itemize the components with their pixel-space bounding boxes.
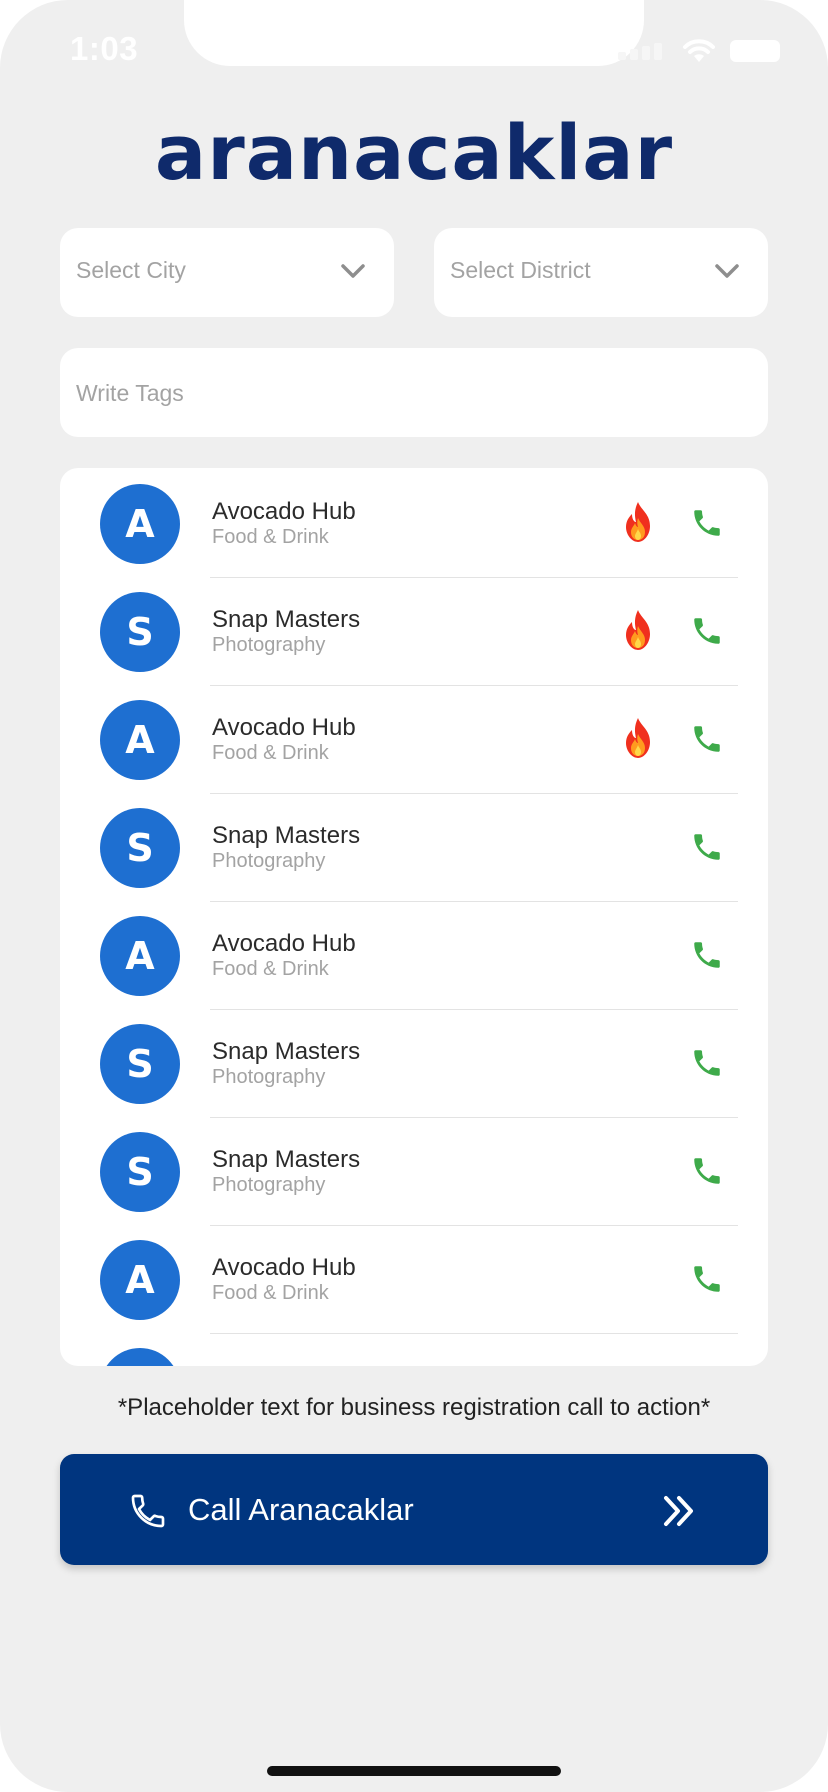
business-name: Avocado Hub bbox=[212, 498, 356, 525]
business-name: Snap Masters bbox=[212, 1362, 360, 1366]
business-row[interactable]: S Snap Masters Photography bbox=[60, 1010, 768, 1118]
phone-icon[interactable] bbox=[690, 1262, 724, 1296]
phone-screen: 1:03 aranacaklar Select City Select Dist… bbox=[0, 0, 828, 1792]
wifi-icon bbox=[683, 39, 715, 62]
city-select[interactable]: Select City bbox=[60, 228, 394, 317]
business-category: Food & Drink bbox=[212, 742, 329, 764]
business-row[interactable]: S Snap Masters Photography bbox=[60, 1118, 768, 1226]
business-name: Snap Masters bbox=[212, 1038, 361, 1065]
avatar: A bbox=[100, 484, 180, 564]
fire-icon bbox=[618, 716, 658, 760]
battery-icon bbox=[730, 40, 780, 62]
business-category: Photography bbox=[212, 850, 326, 872]
business-row[interactable]: S Snap Masters Photography bbox=[60, 578, 768, 686]
status-bar: 1:03 bbox=[0, 0, 828, 100]
business-row[interactable]: A Avocado Hub Food & Drink bbox=[60, 470, 768, 578]
avatar: S bbox=[100, 1348, 180, 1366]
business-name: Snap Masters bbox=[212, 1146, 361, 1173]
phone-icon[interactable] bbox=[690, 938, 724, 972]
chevron-down-icon bbox=[715, 264, 739, 278]
status-icons bbox=[618, 38, 788, 64]
business-name: Snap Masters bbox=[212, 606, 361, 633]
business-name: Avocado Hub bbox=[212, 714, 356, 741]
fire-icon bbox=[618, 608, 658, 652]
business-row[interactable]: S Snap Masters bbox=[60, 1334, 768, 1366]
business-row[interactable]: S Snap Masters Photography bbox=[60, 794, 768, 902]
phone-icon[interactable] bbox=[690, 614, 724, 648]
business-row[interactable]: A Avocado Hub Food & Drink bbox=[60, 902, 768, 1010]
notch bbox=[184, 0, 644, 66]
avatar: A bbox=[100, 916, 180, 996]
phone-icon[interactable] bbox=[690, 722, 724, 756]
avatar: S bbox=[100, 1024, 180, 1104]
double-chevron-right-icon bbox=[664, 1496, 693, 1526]
business-list[interactable]: A Avocado Hub Food & Drink S Snap Masters Pho… bbox=[60, 468, 768, 1366]
district-select[interactable]: Select District bbox=[434, 228, 768, 317]
call-aranacaklar-label: Call Aranacaklar bbox=[188, 1492, 414, 1527]
business-row[interactable]: A Avocado Hub Food & Drink bbox=[60, 686, 768, 794]
chevron-down-icon bbox=[341, 264, 365, 278]
business-category: Photography bbox=[212, 1066, 326, 1088]
status-time: 1:03 bbox=[70, 30, 139, 67]
app-logo: aranacaklar bbox=[154, 108, 674, 197]
business-category: Food & Drink bbox=[212, 1282, 329, 1304]
phone-icon[interactable] bbox=[690, 506, 724, 540]
business-name: Snap Masters bbox=[212, 822, 361, 849]
phone-icon[interactable] bbox=[690, 1046, 724, 1080]
business-name: Avocado Hub bbox=[212, 930, 356, 957]
avatar: A bbox=[100, 700, 180, 780]
call-aranacaklar-button[interactable]: Call Aranacaklar bbox=[60, 1454, 768, 1565]
tags-input[interactable] bbox=[76, 373, 736, 413]
business-category: Food & Drink bbox=[212, 526, 329, 548]
avatar: S bbox=[100, 808, 180, 888]
business-category: Photography bbox=[212, 634, 326, 656]
business-category: Food & Drink bbox=[212, 958, 329, 980]
avatar: S bbox=[100, 592, 180, 672]
business-row[interactable]: A Avocado Hub Food & Drink bbox=[60, 1226, 768, 1334]
business-name: Avocado Hub bbox=[212, 1254, 356, 1281]
phone-icon bbox=[131, 1494, 165, 1528]
district-select-placeholder: Select District bbox=[450, 257, 591, 283]
phone-icon[interactable] bbox=[690, 1154, 724, 1188]
home-indicator[interactable] bbox=[267, 1766, 561, 1776]
avatar: A bbox=[100, 1240, 180, 1320]
phone-icon[interactable] bbox=[690, 830, 724, 864]
tags-field[interactable] bbox=[60, 348, 768, 437]
cta-note: *Placeholder text for business registrat… bbox=[117, 1394, 711, 1421]
avatar: S bbox=[100, 1132, 180, 1212]
fire-icon bbox=[618, 500, 658, 544]
city-select-placeholder: Select City bbox=[76, 257, 186, 283]
signal-icon bbox=[618, 38, 670, 64]
business-category: Photography bbox=[212, 1174, 326, 1196]
